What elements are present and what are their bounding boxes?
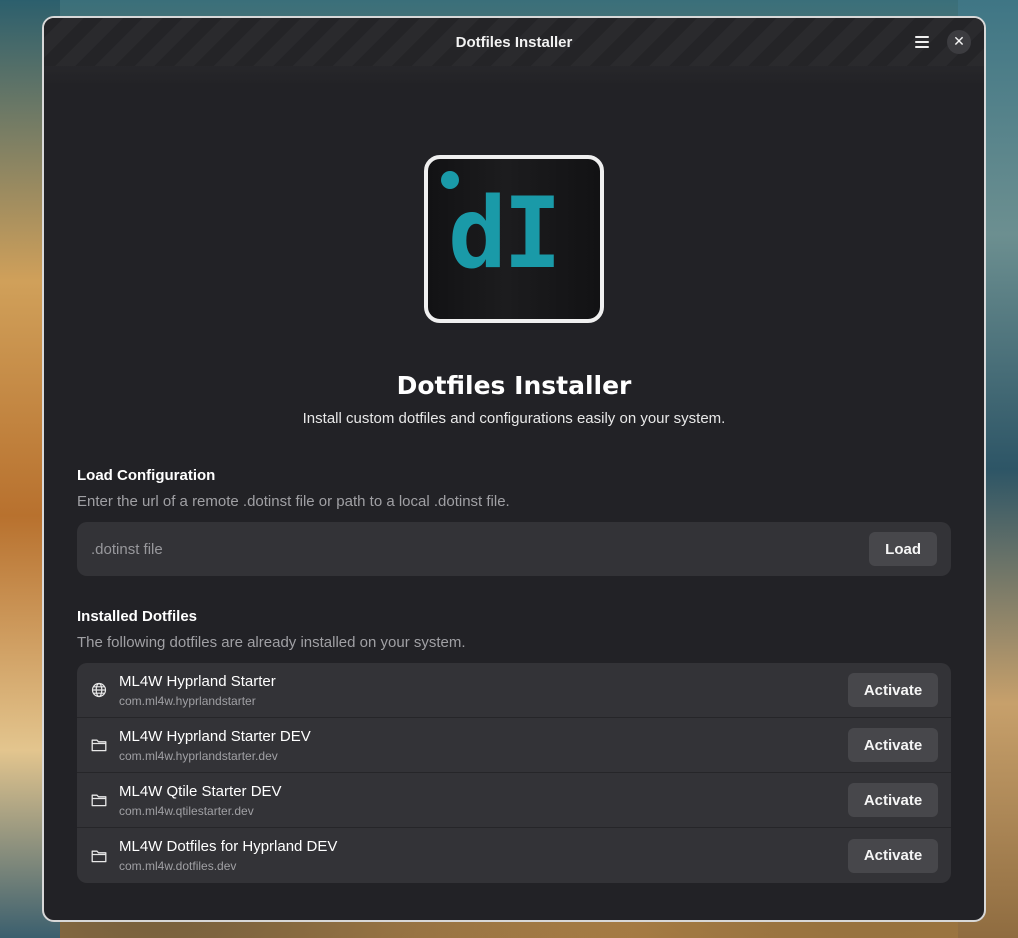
list-item-text: ML4W Hyprland Starter com.ml4w.hyprlands… bbox=[119, 673, 848, 708]
folder-icon bbox=[91, 792, 107, 808]
dotfile-id: com.ml4w.hyprlandstarter bbox=[119, 693, 256, 708]
list-item: ML4W Dotfiles for Hyprland DEV com.ml4w.… bbox=[77, 828, 951, 883]
globe-icon bbox=[91, 682, 107, 698]
app-title: Dotfiles Installer bbox=[396, 371, 632, 400]
hamburger-menu-icon[interactable] bbox=[910, 30, 934, 54]
dotfile-id: com.ml4w.hyprlandstarter.dev bbox=[119, 748, 278, 763]
activate-button[interactable]: Activate bbox=[848, 673, 938, 707]
logo-text: dI bbox=[448, 177, 562, 291]
app-logo: dI bbox=[424, 155, 604, 323]
main-content: dI Dotfiles Installer Install custom dot… bbox=[44, 155, 984, 883]
installed-section-description: The following dotfiles are already insta… bbox=[77, 634, 466, 651]
app-subtitle: Install custom dotfiles and configuratio… bbox=[302, 410, 726, 427]
list-item-text: ML4W Dotfiles for Hyprland DEV com.ml4w.… bbox=[119, 838, 848, 873]
dotfile-name: ML4W Qtile Starter DEV bbox=[119, 782, 282, 800]
load-section-title: Load Configuration bbox=[77, 467, 216, 484]
load-configuration-section: Load Configuration Enter the url of a re… bbox=[77, 467, 951, 576]
list-item-text: ML4W Hyprland Starter DEV com.ml4w.hyprl… bbox=[119, 728, 848, 763]
window-title: Dotfiles Installer bbox=[455, 33, 573, 51]
folder-icon bbox=[91, 737, 107, 753]
app-window: Dotfiles Installer ✕ dI Dotfiles Install… bbox=[42, 16, 986, 922]
load-section-description: Enter the url of a remote .dotinst file … bbox=[77, 493, 510, 510]
activate-button[interactable]: Activate bbox=[848, 783, 938, 817]
dotinst-file-input[interactable] bbox=[91, 540, 870, 558]
dotfiles-list: ML4W Hyprland Starter com.ml4w.hyprlands… bbox=[77, 663, 951, 883]
installed-dotfiles-section: Installed Dotfiles The following dotfile… bbox=[77, 608, 951, 883]
list-item: ML4W Hyprland Starter com.ml4w.hyprlands… bbox=[77, 663, 951, 718]
close-icon[interactable]: ✕ bbox=[947, 30, 971, 54]
dotfile-name: ML4W Hyprland Starter DEV bbox=[119, 727, 311, 745]
dotfile-id: com.ml4w.qtilestarter.dev bbox=[119, 803, 254, 818]
list-item-text: ML4W Qtile Starter DEV com.ml4w.qtilesta… bbox=[119, 783, 848, 818]
activate-button[interactable]: Activate bbox=[848, 728, 938, 762]
dotfile-id: com.ml4w.dotfiles.dev bbox=[119, 859, 237, 873]
list-item: ML4W Hyprland Starter DEV com.ml4w.hyprl… bbox=[77, 718, 951, 773]
installed-section-title: Installed Dotfiles bbox=[77, 608, 198, 625]
load-row: Load bbox=[77, 522, 951, 576]
dotfile-name: ML4W Dotfiles for Hyprland DEV bbox=[119, 838, 338, 855]
dotfile-name: ML4W Hyprland Starter bbox=[119, 672, 276, 690]
list-item: ML4W Qtile Starter DEV com.ml4w.qtilesta… bbox=[77, 773, 951, 828]
header-bar: Dotfiles Installer ✕ bbox=[44, 18, 984, 86]
load-button[interactable]: Load bbox=[869, 532, 937, 566]
activate-button[interactable]: Activate bbox=[848, 838, 938, 873]
logo-container: dI bbox=[77, 155, 951, 323]
folder-icon bbox=[91, 848, 107, 864]
